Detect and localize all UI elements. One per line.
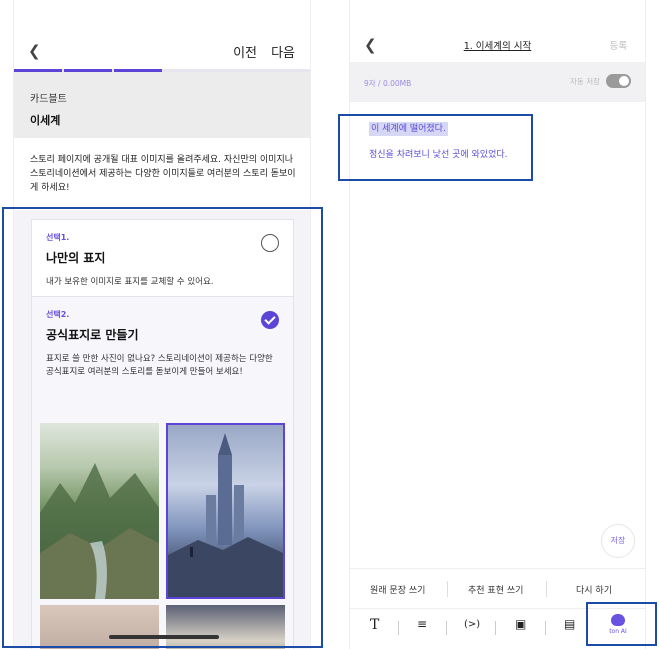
text-style-icon[interactable]: T	[370, 617, 379, 633]
divider	[545, 621, 546, 635]
chevron-left-icon[interactable]: ❮	[28, 42, 41, 60]
next-button[interactable]: 다음	[271, 42, 295, 61]
autosave-toggle[interactable]	[606, 74, 631, 88]
chapter-title[interactable]: 1. 이세계의 시작	[350, 38, 645, 52]
image-icon[interactable]: ▣	[515, 617, 526, 631]
editor-info-bar: 9자 / 0.00MB 자동 저장	[350, 62, 645, 102]
editor-screen: ❮ 1. 이세계의 시작 등록 9자 / 0.00MB 자동 저장 이 세계에 …	[349, 0, 646, 649]
divider	[495, 621, 496, 635]
document-icon[interactable]: ▤	[564, 617, 575, 631]
highlight-frame	[586, 602, 657, 646]
divider	[446, 621, 447, 635]
story-title: 이세계	[30, 114, 61, 127]
autosave-label: 자동 저장	[570, 77, 600, 86]
recommend-expression-button[interactable]: 추천 표현 쓰기	[468, 583, 523, 596]
cover-description: 스토리 페이지에 공개될 대표 이미지를 올려주세요. 자신만의 이미지나 스토…	[30, 155, 296, 193]
bracket-icon[interactable]: (>)	[464, 619, 480, 630]
divider	[546, 581, 547, 597]
divider	[447, 581, 448, 597]
story-info: 카드블트 이세계	[14, 72, 310, 138]
highlight-frame	[2, 207, 323, 648]
original-sentence-button[interactable]: 원래 문장 쓰기	[370, 583, 425, 596]
highlight-frame	[338, 114, 533, 181]
top-nav: ❮ 이전 다음	[14, 30, 310, 70]
register-button[interactable]: 등록	[610, 38, 627, 52]
divider	[398, 621, 399, 635]
save-button[interactable]: 저장	[601, 524, 635, 558]
editor-header: ❮ 1. 이세계의 시작 등록	[350, 30, 645, 60]
story-genre: 카드블트	[30, 94, 67, 105]
prev-button[interactable]: 이전	[233, 42, 257, 61]
retry-button[interactable]: 다시 하기	[576, 583, 612, 596]
align-icon[interactable]: ≡	[417, 617, 427, 631]
char-count: 9자 / 0.00MB	[364, 79, 412, 88]
